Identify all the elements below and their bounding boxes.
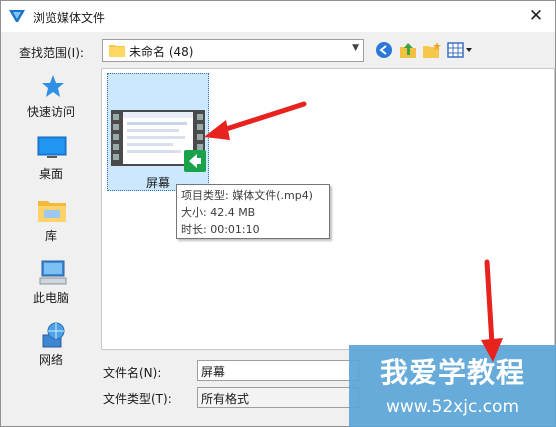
look-in-dropdown[interactable]: 未命名 (48) ▼ — [102, 39, 364, 62]
desktop-icon — [37, 136, 67, 158]
watermark-url: www.52xjc.com — [385, 397, 520, 417]
close-button[interactable]: ✕ — [523, 3, 549, 29]
filename-value: 屏幕 — [201, 365, 226, 379]
media-badge-icon — [184, 150, 206, 172]
place-network[interactable]: 网络 — [9, 317, 93, 369]
place-library[interactable]: 库 — [9, 193, 93, 245]
filename-label: 文件名(N): — [103, 366, 162, 380]
current-folder: 未命名 (48) — [129, 45, 194, 59]
view-menu-icon[interactable] — [447, 41, 473, 59]
tooltip-type: 项目类型: 媒体文件(.mp4) — [181, 189, 313, 202]
network-icon — [42, 322, 65, 348]
library-folder-icon — [38, 201, 66, 222]
place-quick-access[interactable]: 快速访问 — [9, 69, 93, 121]
computer-icon — [39, 260, 67, 285]
filetype-select[interactable]: 所有格式 — [197, 387, 359, 408]
file-item[interactable]: 屏幕 — [107, 73, 209, 191]
app-logo-icon — [9, 10, 25, 22]
title-bar: 浏览媒体文件 ✕ — [1, 1, 555, 32]
window-title: 浏览媒体文件 — [33, 11, 106, 25]
star-icon — [42, 75, 64, 97]
place-label: 此电脑 — [32, 291, 69, 305]
filetype-label: 文件类型(T): — [103, 392, 172, 406]
back-icon[interactable] — [375, 41, 393, 59]
filetype-value: 所有格式 — [201, 392, 250, 406]
tooltip-size: 大小: 42.4 MB — [181, 206, 256, 219]
folder-icon — [109, 45, 125, 57]
place-label: 库 — [44, 229, 57, 243]
up-folder-icon[interactable] — [399, 41, 417, 59]
filename-input[interactable]: 屏幕 — [197, 360, 359, 381]
place-this-pc[interactable]: 此电脑 — [9, 255, 93, 307]
chevron-down-icon: ▼ — [352, 43, 359, 53]
places-bar: 快速访问 桌面 库 此电脑 网络 — [9, 69, 93, 367]
place-label: 桌面 — [38, 167, 63, 181]
file-info-tooltip: 项目类型: 媒体文件(.mp4) 大小: 42.4 MB 时长: 00:01:1… — [176, 184, 330, 239]
watermark-title: 我爱学教程 — [379, 356, 525, 389]
place-desktop[interactable]: 桌面 — [9, 131, 93, 183]
new-folder-icon[interactable] — [422, 41, 442, 59]
place-label: 网络 — [38, 353, 63, 367]
look-in-label: 查找范围(I): — [19, 46, 84, 60]
watermark: 我爱学教程 www.52xjc.com — [349, 345, 556, 427]
place-label: 快速访问 — [26, 105, 75, 119]
tooltip-duration: 时长: 00:01:10 — [181, 223, 260, 236]
